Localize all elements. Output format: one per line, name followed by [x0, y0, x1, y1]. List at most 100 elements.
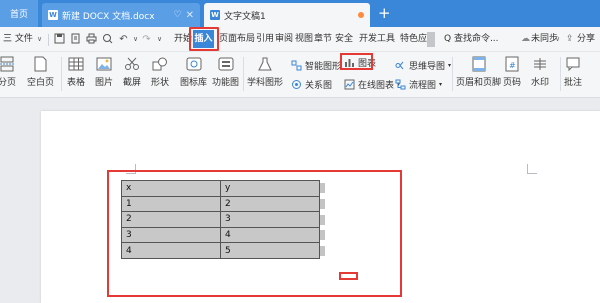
shape-label: 形状 — [151, 78, 170, 88]
tab-document-active[interactable]: W 文字文稿1 — [204, 3, 370, 27]
table-cell[interactable]: 4 — [121, 242, 221, 259]
page-break-button[interactable]: 分页 — [0, 56, 16, 88]
heart-icon[interactable]: ♡ — [174, 10, 182, 20]
table-button[interactable]: 表格 — [67, 56, 85, 88]
mind-map-button[interactable]: 思维导图 ▾ — [395, 59, 451, 72]
watermark-label: 水印 — [531, 78, 550, 88]
table-label: 表格 — [67, 78, 86, 88]
close-icon[interactable]: ✕ — [186, 10, 194, 21]
flowchart-button[interactable]: 流程图 ▾ — [395, 78, 442, 91]
row-resize-handle[interactable] — [320, 183, 325, 193]
flowchart-chevron-icon[interactable]: ▾ — [439, 81, 442, 88]
table-cell[interactable]: 3 — [220, 211, 320, 228]
tab-home-label: 首页 — [9, 10, 28, 20]
header-footer-button[interactable]: 页眉和页脚 — [456, 56, 501, 88]
watermark-button[interactable]: 水印 — [531, 56, 549, 88]
screenshot-label: 截屏 — [123, 78, 142, 88]
mind-map-chevron-icon[interactable]: ▾ — [448, 62, 451, 69]
tab-developer[interactable]: 开发工具 — [359, 27, 395, 52]
tab-document-docx[interactable]: W 新建 DOCX 文档.docx ♡ ✕ — [42, 3, 200, 27]
table-cell[interactable]: y — [220, 180, 320, 197]
quick-access-chevron-icon[interactable]: ∨ — [153, 33, 166, 46]
tab-references[interactable]: 引用 — [256, 27, 274, 52]
smart-shape-label: 智能图形 — [305, 62, 342, 72]
flowchart-icon — [395, 79, 406, 90]
menu-bar: 三 文件 ∨ ↶ ∨ ↷ ∨ 开始 插入 页面布局 引用 审阅 视图 章节 安全… — [0, 27, 600, 52]
wps-writer-icon: W — [48, 10, 58, 20]
tab-security[interactable]: 安全 — [335, 27, 353, 52]
save-icon[interactable] — [53, 33, 66, 46]
print-icon[interactable] — [85, 33, 98, 46]
mind-map-icon — [395, 61, 404, 70]
table-resize-handle-highlight[interactable] — [339, 272, 358, 280]
blank-page-label: 空白页 — [27, 78, 55, 88]
table-cell[interactable]: 3 — [121, 226, 221, 244]
search-command[interactable]: Q 查找命令... — [444, 27, 499, 52]
file-menu[interactable]: 三 文件 — [3, 27, 33, 52]
tab-home[interactable]: 首页 — [0, 0, 38, 27]
table-cell[interactable]: 2 — [121, 211, 221, 228]
tab-document-docx-label: 新建 DOCX 文档.docx — [62, 11, 155, 22]
row-resize-handle[interactable] — [320, 215, 325, 225]
tab-features[interactable]: 特色应 — [400, 27, 427, 52]
new-tab-button[interactable]: + — [378, 5, 391, 21]
redo-icon[interactable]: ↷ — [140, 33, 153, 46]
tab-section[interactable]: 章节 — [314, 27, 332, 52]
table-row: x y — [121, 180, 320, 197]
science-shape-label: 学科图形 — [247, 78, 284, 88]
row-resize-handle[interactable] — [320, 199, 325, 209]
table-cell[interactable]: 5 — [220, 242, 320, 259]
screenshot-button[interactable]: 截屏 — [123, 56, 141, 88]
svg-text:#: # — [509, 61, 516, 70]
tab-overflow-scroll[interactable] — [427, 32, 435, 47]
data-table[interactable]: x y 1 2 2 3 3 4 4 5 — [121, 180, 320, 259]
smart-shape-icon — [291, 60, 302, 71]
sync-status[interactable]: 未同步 — [531, 27, 558, 52]
table-cell[interactable]: x — [121, 180, 221, 197]
relation-chart-icon — [292, 80, 301, 89]
header-footer-icon — [470, 56, 488, 72]
online-chart-label: 在线图表 — [358, 81, 395, 91]
flowchart-label: 流程图 — [409, 81, 437, 91]
relation-chart-button[interactable]: 关系图 — [291, 78, 332, 91]
tab-view[interactable]: 视图 — [295, 27, 313, 52]
picture-button[interactable]: 图片 — [95, 56, 113, 88]
title-bar: 首页 W 新建 DOCX 文档.docx ♡ ✕ W 文字文稿1 + — [0, 0, 600, 27]
icon-library-label: 图标库 — [180, 78, 208, 88]
share-button[interactable]: 分享 — [577, 27, 595, 52]
icon-library-icon — [185, 56, 203, 72]
icon-library-button[interactable]: 图标库 — [180, 56, 207, 88]
watermark-icon — [531, 56, 549, 72]
comment-label: 批注 — [564, 78, 583, 88]
page-break-label: 分页 — [0, 78, 17, 88]
shape-button[interactable]: 形状 — [151, 56, 169, 88]
comment-button[interactable]: 批注 — [564, 56, 582, 88]
shape-icon — [151, 56, 169, 72]
cloud-sync-icon[interactable]: ☁ — [521, 27, 530, 52]
tab-review[interactable]: 审阅 — [275, 27, 293, 52]
print-preview-icon[interactable] — [101, 33, 114, 46]
table-cell[interactable]: 1 — [121, 195, 221, 213]
table-cell[interactable]: 2 — [220, 195, 320, 213]
row-resize-handle[interactable] — [320, 246, 325, 256]
sync-chevron-icon[interactable]: ∨ — [555, 27, 560, 52]
table-row: 1 2 — [121, 195, 320, 213]
table-row: 2 3 — [121, 211, 320, 228]
row-resize-handle[interactable] — [320, 230, 325, 240]
flask-icon — [256, 56, 274, 72]
blank-page-button[interactable]: 空白页 — [27, 56, 54, 88]
export-pdf-icon[interactable] — [69, 33, 82, 46]
unsaved-dot-icon[interactable] — [358, 12, 364, 18]
table-row: 4 5 — [121, 242, 320, 259]
function-chart-label: 功能图 — [212, 78, 240, 88]
file-menu-chevron-icon[interactable]: ∨ — [37, 27, 42, 52]
function-chart-button[interactable]: 功能图 — [212, 56, 239, 88]
smart-shape-button[interactable]: 智能图形 — [291, 59, 341, 72]
insert-tab-highlight — [189, 27, 219, 51]
share-icon[interactable]: ⇪ — [566, 27, 574, 52]
table-cell[interactable]: 4 — [220, 226, 320, 244]
online-chart-button[interactable]: 在线图表 ▾ — [344, 78, 400, 91]
tab-page-layout[interactable]: 页面布局 — [219, 27, 255, 52]
science-shape-button[interactable]: 学科图形 — [247, 56, 283, 88]
page-number-button[interactable]: # 页码 — [503, 56, 521, 88]
